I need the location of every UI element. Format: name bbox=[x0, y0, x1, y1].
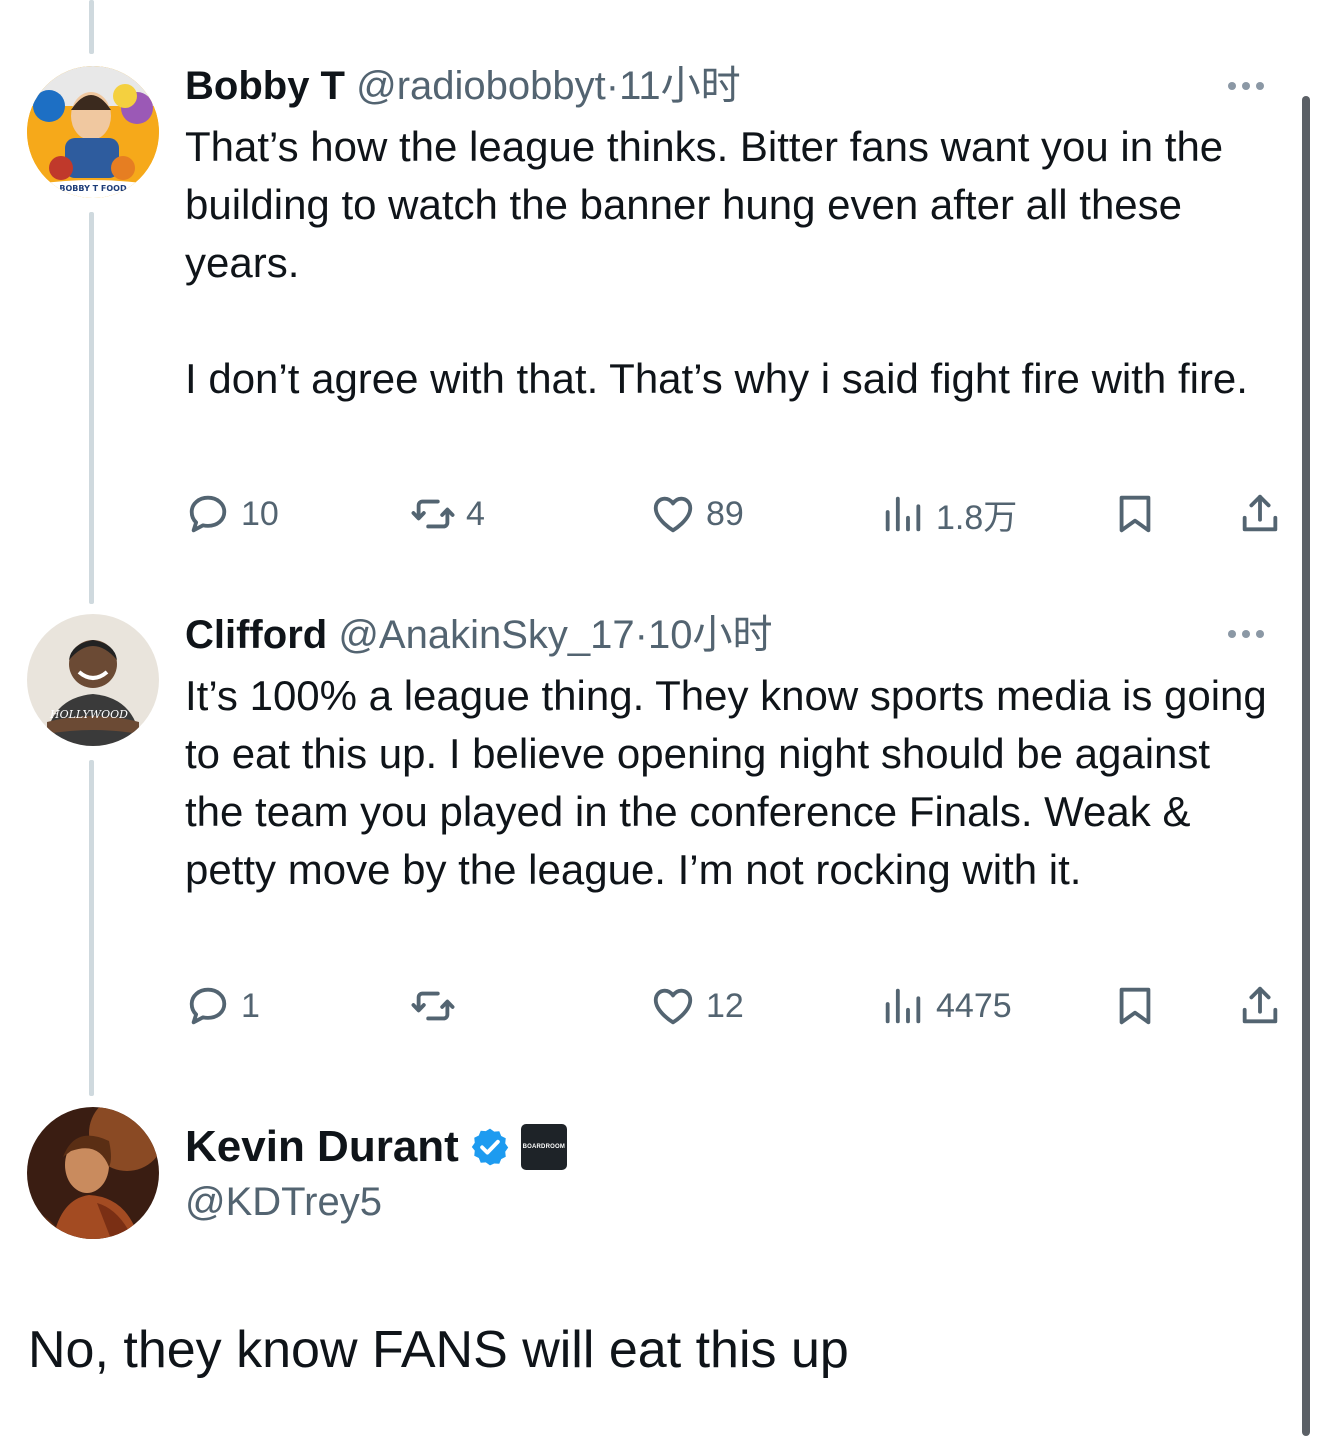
verified-badge-icon bbox=[471, 1128, 509, 1166]
thread-line bbox=[89, 760, 94, 1096]
main-tweet-text: No, they know FANS will eat this up bbox=[28, 1321, 849, 1379]
tweet-actions: 10 4 89 1.8万 bbox=[185, 489, 1295, 539]
thread-line bbox=[89, 212, 94, 604]
separator-dot: · bbox=[634, 613, 648, 657]
views-icon bbox=[885, 988, 921, 1024]
tweet-paragraph: It’s 100% a league thing. They know spor… bbox=[185, 672, 1267, 893]
retweet-button[interactable] bbox=[410, 981, 466, 1031]
affiliate-badge-label: BOARDROOM bbox=[522, 1144, 566, 1150]
reply-count: 10 bbox=[241, 494, 279, 533]
tweet-header: Clifford @AnakinSky_17·10小时 bbox=[185, 611, 772, 659]
share-button[interactable] bbox=[1237, 981, 1283, 1031]
affiliate-badge[interactable]: BOARDROOM bbox=[520, 1124, 567, 1170]
heart-icon bbox=[653, 496, 693, 533]
like-count: 89 bbox=[706, 494, 744, 533]
retweet-icon bbox=[411, 499, 455, 529]
share-icon bbox=[1242, 494, 1278, 532]
reply-count: 1 bbox=[241, 986, 260, 1025]
retweet-icon bbox=[411, 991, 455, 1021]
avatar-caption: BOBBY T FOOD bbox=[59, 184, 127, 193]
author-name[interactable]: Bobby T bbox=[185, 64, 345, 108]
more-icon[interactable] bbox=[1224, 76, 1268, 96]
author-handle[interactable]: @radiobobbyt bbox=[356, 64, 606, 108]
tweet-paragraph: That’s how the league thinks. Bitter fan… bbox=[185, 123, 1224, 286]
bookmark-button[interactable] bbox=[1112, 981, 1158, 1031]
like-button[interactable]: 12 bbox=[650, 981, 744, 1031]
tweet-header: Bobby T @radiobobbyt·11小时 bbox=[185, 62, 741, 110]
share-button[interactable] bbox=[1237, 489, 1283, 539]
more-icon[interactable] bbox=[1224, 624, 1268, 644]
avatar-caption: HOLLYWOOD bbox=[49, 708, 128, 721]
reply-icon bbox=[189, 495, 227, 533]
reply-button[interactable]: 1 bbox=[185, 981, 260, 1031]
retweet-count: 4 bbox=[466, 494, 485, 533]
author-handle[interactable]: @KDTrey5 bbox=[185, 1176, 382, 1228]
avatar[interactable]: HOLLYWOOD bbox=[27, 614, 159, 746]
views-count: 1.8万 bbox=[936, 498, 1018, 537]
thread-line bbox=[89, 0, 94, 54]
bookmark-icon bbox=[1119, 987, 1151, 1025]
retweet-button[interactable]: 4 bbox=[410, 489, 485, 539]
views-button[interactable]: 1.8万 bbox=[880, 489, 1017, 539]
author-name[interactable]: Kevin Durant bbox=[185, 1120, 459, 1174]
like-count: 12 bbox=[706, 986, 744, 1025]
share-icon bbox=[1242, 986, 1278, 1024]
avatar[interactable]: BOBBY T FOOD bbox=[27, 66, 159, 198]
views-icon bbox=[885, 496, 921, 532]
views-count: 4475 bbox=[936, 986, 1012, 1025]
author-handle[interactable]: @AnakinSky_17 bbox=[338, 613, 634, 657]
separator-dot: · bbox=[605, 64, 620, 108]
reply-icon bbox=[189, 987, 227, 1025]
tweet-paragraph: I don’t agree with that. That’s why i sa… bbox=[185, 355, 1248, 402]
bookmark-icon bbox=[1119, 495, 1151, 533]
tweet-actions: 1 12 4475 bbox=[185, 981, 1295, 1031]
bookmark-button[interactable] bbox=[1112, 489, 1158, 539]
scrollbar[interactable] bbox=[1302, 96, 1310, 1436]
tweet-time[interactable]: 10小时 bbox=[648, 613, 773, 657]
author-name[interactable]: Clifford bbox=[185, 613, 327, 657]
like-button[interactable]: 89 bbox=[650, 489, 744, 539]
reply-button[interactable]: 10 bbox=[185, 489, 279, 539]
avatar[interactable] bbox=[27, 1107, 159, 1239]
tweet-text: That’s how the league thinks. Bitter fan… bbox=[185, 118, 1275, 408]
heart-icon bbox=[653, 988, 693, 1025]
tweet-time[interactable]: 11小时 bbox=[619, 64, 741, 108]
views-button[interactable]: 4475 bbox=[880, 981, 1012, 1031]
author-name-row: Kevin Durant BOARDROOM bbox=[185, 1120, 567, 1174]
tweet-text: It’s 100% a league thing. They know spor… bbox=[185, 667, 1275, 899]
